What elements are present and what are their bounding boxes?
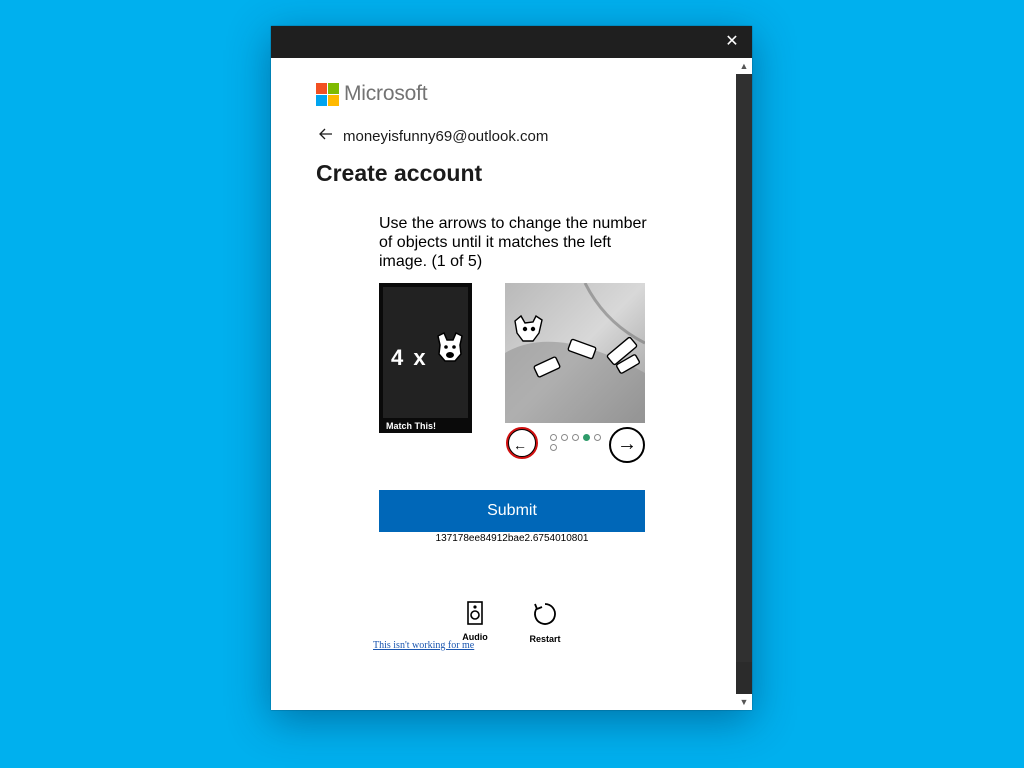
title-bar: ✕ (271, 26, 752, 58)
restart-button[interactable]: Restart (515, 601, 575, 644)
not-working-link[interactable]: This isn't working for me (373, 640, 474, 651)
captcha-target-image: 4 x Match This! (379, 283, 472, 433)
progress-dot (594, 434, 601, 441)
target-count-text: 4 x (391, 345, 428, 370)
next-arrow-button[interactable]: → (609, 427, 645, 463)
page-title: Create account (316, 160, 483, 186)
progress-dot (572, 434, 579, 441)
restart-label: Restart (529, 634, 561, 644)
scroll-down-icon[interactable]: ▼ (736, 694, 752, 710)
brand-name: Microsoft (344, 82, 428, 105)
scroll-thumb[interactable] (736, 74, 752, 662)
progress-dot (550, 444, 557, 451)
arrow-right-circle-icon: → (617, 433, 637, 455)
target-panel: 4 x (383, 287, 468, 418)
progress-dot (550, 434, 557, 441)
close-icon: ✕ (725, 33, 739, 50)
progress-dot (561, 434, 568, 441)
session-id: 137178ee84912bae2.6754010801 (435, 533, 589, 544)
captcha-instructions: Use the arrows to change the number of o… (379, 215, 647, 270)
arrow-left-icon[interactable] (319, 128, 335, 144)
previous-arrow-button[interactable]: ← (506, 427, 538, 459)
vertical-scrollbar[interactable]: ▲ ▼ (736, 58, 752, 710)
account-email: moneyisfunny69@outlook.com (343, 127, 549, 145)
account-identity: moneyisfunny69@outlook.com (319, 126, 548, 146)
captcha-puzzle-image (505, 283, 645, 423)
microsoft-logo-icon (316, 83, 340, 107)
speaker-icon (467, 601, 483, 625)
dog-head-icon (437, 331, 463, 362)
submit-button[interactable]: Submit (379, 490, 645, 532)
audio-button[interactable]: Audio (445, 601, 505, 642)
close-button[interactable]: ✕ (722, 32, 742, 52)
scroll-up-icon[interactable]: ▲ (736, 58, 752, 74)
restart-icon (534, 603, 556, 625)
signup-window: ✕ ▲ ▼ Microsoft moneyisfunny69@outlook.c… (271, 26, 752, 710)
target-label: Match This! (386, 421, 437, 431)
arrow-left-circle-icon: ← (513, 437, 527, 453)
progress-dot-active (583, 434, 590, 441)
